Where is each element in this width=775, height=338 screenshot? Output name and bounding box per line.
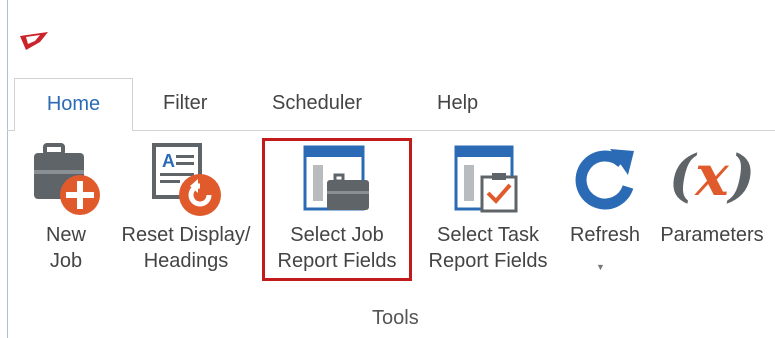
new-job-icon <box>34 143 100 215</box>
parameters-button[interactable]: (x) Parameters <box>656 138 768 286</box>
tools-group-label: Tools <box>372 307 419 329</box>
app-logo-icon <box>20 32 48 50</box>
tab-filter[interactable]: Filter <box>163 92 207 115</box>
select-task-report-fields-button[interactable]: Select Task Report Fields <box>418 138 558 286</box>
tab-scheduler[interactable]: Scheduler <box>272 92 362 115</box>
refresh-dropdown-arrow-icon[interactable]: ▼ <box>596 262 605 272</box>
reset-display-headings-button[interactable]: A Reset Display/ Headings <box>122 138 250 286</box>
svg-text:A: A <box>162 151 175 171</box>
parameters-label: Parameters <box>660 224 764 246</box>
select-task-report-fields-icon <box>454 145 518 213</box>
tab-help[interactable]: Help <box>437 92 478 115</box>
reset-display-label: Reset Display/ Headings <box>121 224 251 272</box>
new-job-button[interactable]: New Job <box>22 138 110 286</box>
parameters-icon: (x) <box>668 143 756 209</box>
window-frame-left-border <box>7 0 8 338</box>
refresh-icon <box>575 149 634 210</box>
refresh-button[interactable]: Refresh <box>566 138 644 286</box>
selection-highlight-box <box>262 138 412 281</box>
tab-home[interactable]: Home <box>14 78 133 131</box>
reset-display-icon: A <box>152 143 221 216</box>
